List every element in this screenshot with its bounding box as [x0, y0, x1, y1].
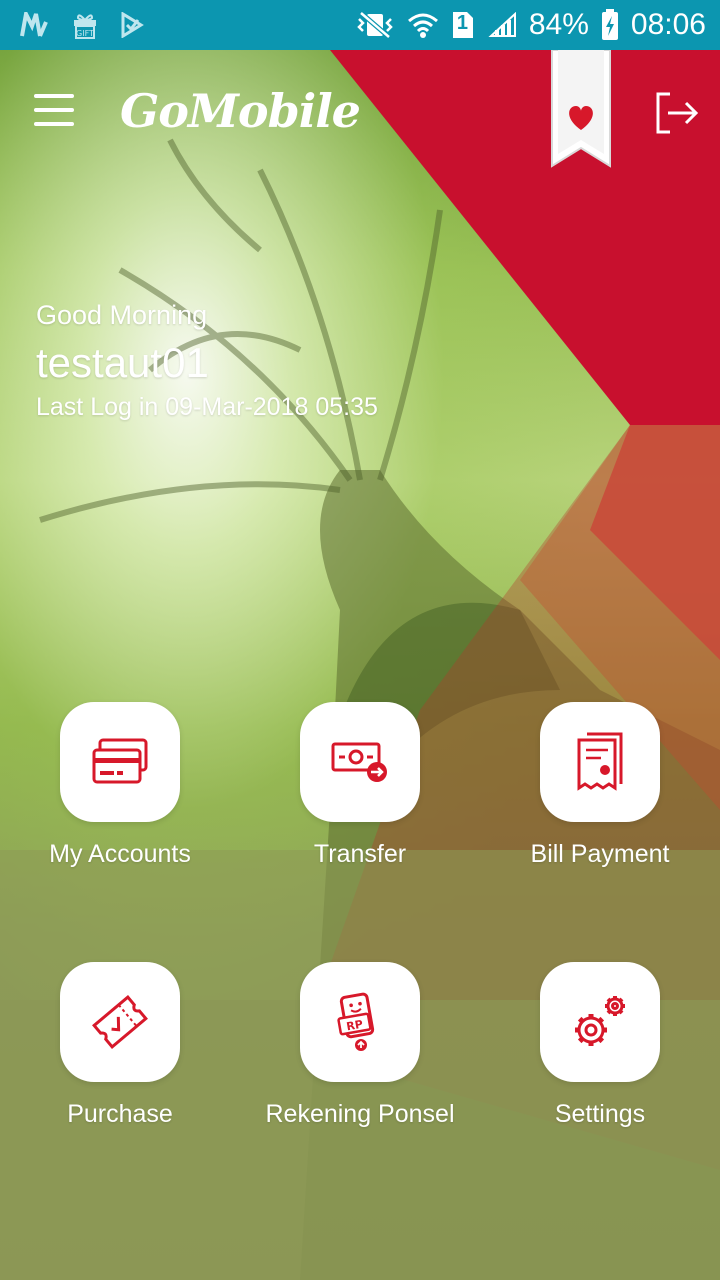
- menu-bill-payment[interactable]: Bill Payment: [480, 702, 720, 869]
- menu-purchase[interactable]: Purchase: [0, 962, 240, 1129]
- cards-icon: [92, 738, 148, 784]
- transfer-tile[interactable]: [300, 702, 420, 822]
- battery-percent: 84%: [528, 8, 589, 41]
- app-header: GoMobile: [0, 49, 720, 180]
- mute-vibrate-icon: [355, 11, 395, 39]
- last-login: Last Log in 09-Mar-2018 05:35: [36, 393, 378, 421]
- signal-icon: [487, 12, 517, 38]
- menu-transfer[interactable]: Transfer: [240, 702, 480, 869]
- menu-my-accounts[interactable]: My Accounts: [0, 702, 240, 869]
- sim-slot-number: 1: [456, 12, 468, 34]
- gift-icon: GIFT: [72, 11, 98, 39]
- svg-text:GIFT: GIFT: [76, 29, 94, 38]
- sim-icon: 1: [451, 10, 475, 40]
- favorites-bookmark-button[interactable]: [550, 49, 612, 168]
- greeting-block: Good Morning testaut01 Last Log in 09-Ma…: [36, 300, 378, 422]
- play-store-icon: [120, 12, 144, 38]
- purchase-tile[interactable]: [60, 962, 180, 1082]
- menu-rekening-ponsel[interactable]: RP Rekening Ponsel: [240, 962, 480, 1129]
- battery-charging-icon: [601, 9, 619, 41]
- phone-wallet-icon: RP: [337, 992, 375, 1051]
- settings-tile[interactable]: [540, 962, 660, 1082]
- menu-settings[interactable]: Settings: [480, 962, 720, 1129]
- purchase-label: Purchase: [67, 1100, 173, 1128]
- bill-payment-tile[interactable]: [540, 702, 660, 822]
- hamburger-menu-icon[interactable]: [34, 94, 74, 130]
- greeting-salutation: Good Morning: [36, 300, 208, 330]
- gears-icon: [575, 996, 625, 1046]
- bill-icon: [577, 732, 623, 791]
- market-icon: [20, 12, 50, 38]
- wifi-icon: [407, 11, 439, 39]
- bill-payment-label: Bill Payment: [530, 840, 670, 868]
- my-accounts-label: My Accounts: [49, 840, 191, 868]
- logout-icon[interactable]: [654, 90, 700, 136]
- ticket-icon: [92, 995, 148, 1049]
- app-logo: GoMobile: [120, 84, 361, 138]
- money-transfer-icon: [331, 742, 387, 782]
- rekening-ponsel-tile[interactable]: RP: [300, 962, 420, 1082]
- transfer-label: Transfer: [313, 840, 407, 868]
- my-accounts-tile[interactable]: [60, 702, 180, 822]
- status-bar: GIFT 1 84% 08:06: [0, 0, 720, 50]
- settings-label: Settings: [554, 1100, 646, 1128]
- username: testaut01: [36, 339, 209, 386]
- rekening-ponsel-label: Rekening Ponsel: [265, 1100, 455, 1128]
- clock: 08:06: [630, 8, 706, 41]
